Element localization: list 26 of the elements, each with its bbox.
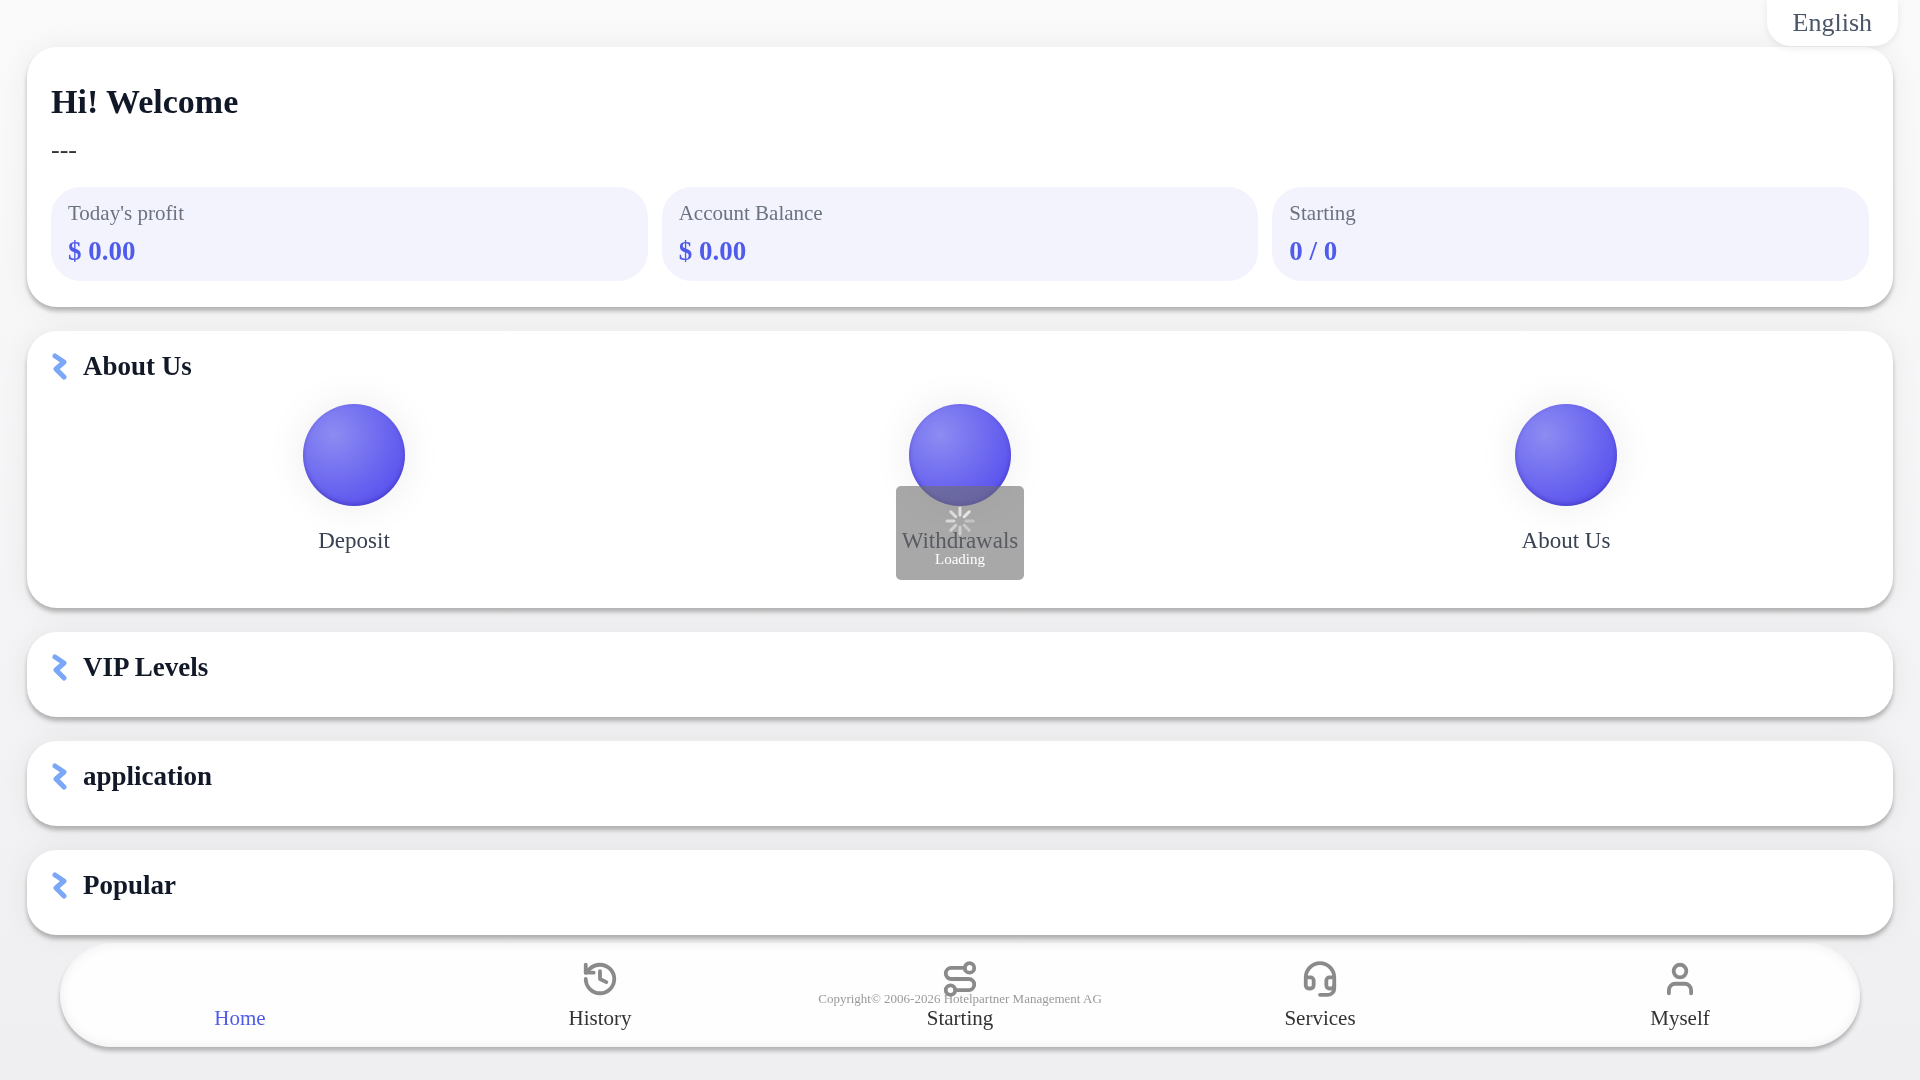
menu-label[interactable]: About Us bbox=[1521, 528, 1611, 554]
stat-label: Today's profit bbox=[68, 201, 186, 226]
stat-label: Starting bbox=[1289, 201, 1357, 226]
nav-tab[interactable]: Services bbox=[1140, 943, 1500, 1047]
section-title: Popular bbox=[83, 870, 176, 901]
welcome-title: Hi! Welcome bbox=[51, 83, 240, 121]
squiggle-icon bbox=[51, 653, 69, 682]
menu-label[interactable]: Deposit bbox=[318, 528, 390, 554]
squiggle-icon bbox=[51, 352, 69, 381]
section-title: application bbox=[83, 761, 213, 792]
nav-tab[interactable]: Myself bbox=[1500, 943, 1860, 1047]
headset-icon bbox=[1301, 959, 1339, 998]
stat-value: $ 0.00 bbox=[68, 236, 137, 267]
stat-value: $ 0.00 bbox=[678, 236, 748, 267]
section-title: VIP Levels bbox=[83, 652, 209, 683]
squiggle-icon bbox=[51, 762, 69, 791]
nav-tab[interactable]: History bbox=[420, 943, 780, 1047]
section-title: About Us bbox=[83, 351, 192, 382]
copyright-text: Copyright© 2006-2026 Hotelpartner Management AG bbox=[818, 991, 1102, 1007]
nav-tab[interactable]: Home bbox=[60, 943, 420, 1047]
language-button[interactable]: English bbox=[1766, 0, 1898, 46]
user-name: --- bbox=[51, 135, 78, 165]
loading-text: Loading bbox=[935, 551, 985, 568]
squiggle-icon bbox=[51, 871, 69, 900]
stat-label: Account Balance bbox=[678, 201, 824, 226]
stat-value: 0 / 0 bbox=[1289, 236, 1339, 267]
